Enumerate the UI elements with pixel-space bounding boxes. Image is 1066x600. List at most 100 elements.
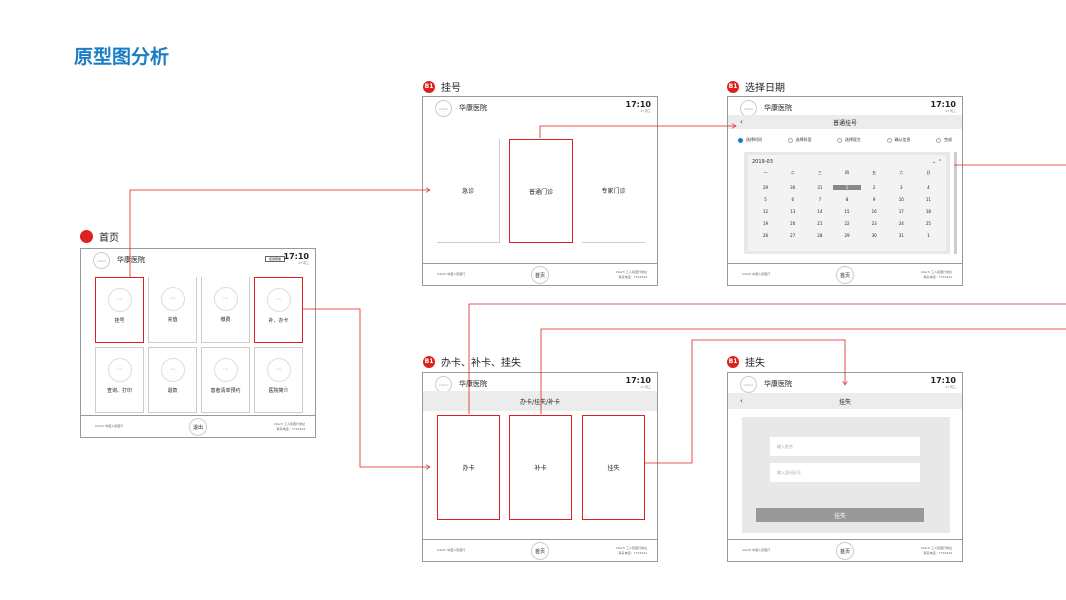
- home-header: LOGO 华康医院 使用帮助 17:10 17 周三: [81, 249, 315, 273]
- tile-recharge[interactable]: ICON 充值: [148, 277, 197, 343]
- step-label: 完成: [944, 137, 952, 142]
- clock-date: 17 周三: [640, 385, 651, 389]
- home-button[interactable]: 首页: [836, 542, 854, 560]
- step-dot-icon: [837, 137, 842, 143]
- home-label: 首页: [80, 229, 119, 244]
- b1-badge: B1: [727, 355, 739, 368]
- home-footer: Interfr 中国人民银行 退出 Interfr 工人民银行地址 联系电话：77…: [81, 415, 315, 437]
- tile-new-card[interactable]: 办卡: [437, 415, 500, 520]
- tile-emergency[interactable]: 急诊: [437, 139, 500, 243]
- tile-refund[interactable]: ICON 退款: [148, 347, 197, 413]
- logo-icon: LOGO: [93, 252, 110, 269]
- back-icon[interactable]: ‹: [740, 397, 743, 405]
- hospital-name: 华康医院: [459, 104, 487, 112]
- step-dot-icon: [886, 137, 892, 143]
- lost-label-text: 挂失: [745, 358, 765, 369]
- hospital-name: 华康医院: [764, 104, 792, 112]
- week-row[interactable]: 5 6 7 8 9 10 11: [752, 197, 942, 202]
- guahao-label: B1 挂号: [423, 79, 461, 94]
- back-icon[interactable]: ‹: [740, 118, 743, 126]
- flow-home-to-card: [302, 308, 430, 467]
- week-row[interactable]: 26 27 28 29 30 31 1: [752, 233, 942, 238]
- tile-appointment[interactable]: ICON 患者清单预约: [201, 347, 250, 413]
- home-screen: LOGO 华康医院 使用帮助 17:10 17 周三 ICON 挂号 ICON 充值…: [80, 248, 316, 438]
- title-bar: ‹ 普通挂号: [728, 115, 962, 129]
- tile-icon: ICON: [266, 288, 291, 312]
- tile-icon: ICON: [213, 358, 238, 382]
- hospital-name: 华康医院: [459, 380, 487, 388]
- footer-right: Interfr 工人民银行地址 联系电话：7724444: [920, 270, 952, 279]
- tile-icon: ICON: [213, 287, 238, 311]
- tile-intro[interactable]: ICON 医院简介: [254, 347, 303, 413]
- exit-button[interactable]: 退出: [189, 418, 207, 436]
- week-row[interactable]: 12 13 14 15 16 17 18: [752, 209, 942, 214]
- footer-right: Interfr 工人民银行地址 联系电话：7724444: [615, 546, 647, 555]
- logo-icon: LOGO: [740, 376, 757, 393]
- card-label: B1 办卡、补卡、挂失: [423, 354, 521, 369]
- calendar: 2019-03 ⌄ ⌃ 一二三四五六日 29 30 31 1 2 3 4 5 6 7 8 9 10 11 …: [744, 152, 950, 254]
- bar-title: 普通挂号: [832, 119, 857, 127]
- tile-label: 退款: [167, 388, 178, 394]
- clock-time: 17:10: [625, 100, 651, 109]
- b1-badge: B1: [423, 355, 435, 368]
- submit-button[interactable]: 挂失: [756, 508, 924, 522]
- tile-icon: ICON: [266, 358, 291, 382]
- step-indicator: 选择时间 选择科室 选择医生 确认信息 完成: [738, 137, 952, 143]
- tile-guahao[interactable]: ICON 挂号: [95, 277, 144, 343]
- weekday-row: 一二三四五六日: [763, 170, 931, 175]
- clock-time: 17:10: [283, 252, 309, 261]
- tile-card[interactable]: ICON 补、办卡: [254, 277, 303, 343]
- week-row[interactable]: 19 20 21 22 23 24 25: [752, 221, 942, 226]
- card-label-text: 办卡、补卡、挂失: [441, 358, 521, 369]
- tile-general[interactable]: 普通门诊: [509, 139, 573, 243]
- clock-time: 17:10: [930, 100, 956, 109]
- tile-icon: ICON: [160, 358, 185, 382]
- home-button[interactable]: 首页: [531, 266, 549, 284]
- tile-query[interactable]: ICON 查询、打印: [95, 347, 144, 413]
- tile-expert[interactable]: 专家门诊: [582, 139, 645, 243]
- week-row[interactable]: 29 30 31 1 2 3 4: [752, 185, 942, 190]
- help-button[interactable]: 使用帮助: [265, 256, 285, 262]
- tile-label: 补、办卡: [268, 318, 289, 324]
- bar-title: 办卡/挂失/补卡: [519, 398, 561, 406]
- home-label-text: 首页: [99, 233, 119, 244]
- tile-label: 挂号: [114, 318, 125, 324]
- guahao-screen: LOGO 华康医院 17:10 17 周三 急诊 普通门诊 专家门诊 Interfr …: [422, 96, 658, 286]
- clock-date: 17 周三: [945, 109, 956, 113]
- tile-label: 缴费: [220, 317, 231, 323]
- footer-left: Interfr 中国人民银行: [742, 272, 771, 276]
- step-label: 选择科室: [795, 137, 812, 142]
- tile-icon: ICON: [107, 288, 132, 312]
- footer-left: Interfr 中国人民银行: [437, 548, 466, 552]
- home-button[interactable]: 首页: [836, 266, 854, 284]
- footer-right: Interfr 工人民银行地址 联系电话：7724444: [273, 422, 305, 431]
- step-dot-icon: [738, 137, 743, 143]
- clock-date: 17 周三: [945, 385, 956, 389]
- tile-report-lost[interactable]: 挂失: [582, 415, 645, 520]
- tile-label: 医院简介: [268, 388, 289, 394]
- form-panel: 输入姓名 输入身份证号 挂失: [742, 417, 950, 533]
- chevron-icons[interactable]: ⌄ ⌃: [932, 159, 942, 165]
- b1-badge: B1: [727, 80, 739, 93]
- clock-time: 17:10: [930, 376, 956, 385]
- date-screen: LOGO 华康医院 17:10 17 周三 ‹ 普通挂号 选择时间 选择科室 选择医生 …: [727, 96, 963, 286]
- footer-left: Interfr 中国人民银行: [742, 548, 771, 552]
- step-dot-icon: [787, 137, 793, 143]
- home-button[interactable]: 首页: [531, 542, 549, 560]
- date-label-text: 选择日期: [745, 83, 785, 94]
- b1-badge: B1: [423, 80, 435, 93]
- tile-payment[interactable]: ICON 缴费: [201, 277, 250, 343]
- tile-label: 查询、打印: [106, 388, 132, 394]
- scrollbar[interactable]: [954, 152, 957, 254]
- date-label: B1 选择日期: [727, 79, 785, 94]
- logo-icon: LOGO: [435, 100, 452, 117]
- tile-replace-card[interactable]: 补卡: [509, 415, 572, 520]
- tile-label: 患者清单预约: [210, 388, 241, 394]
- hospital-name: 华康医院: [764, 380, 792, 388]
- lost-screen: LOGO 华康医院 17:10 17 周三 ‹ 挂失 输入姓名 输入身份证号 挂失 In…: [727, 372, 963, 562]
- step-label: 选择时间: [746, 137, 762, 142]
- name-input[interactable]: 输入姓名: [770, 437, 920, 456]
- tile-icon: ICON: [160, 287, 185, 311]
- tile-label: 充值: [167, 317, 178, 323]
- id-input[interactable]: 输入身份证号: [770, 463, 920, 482]
